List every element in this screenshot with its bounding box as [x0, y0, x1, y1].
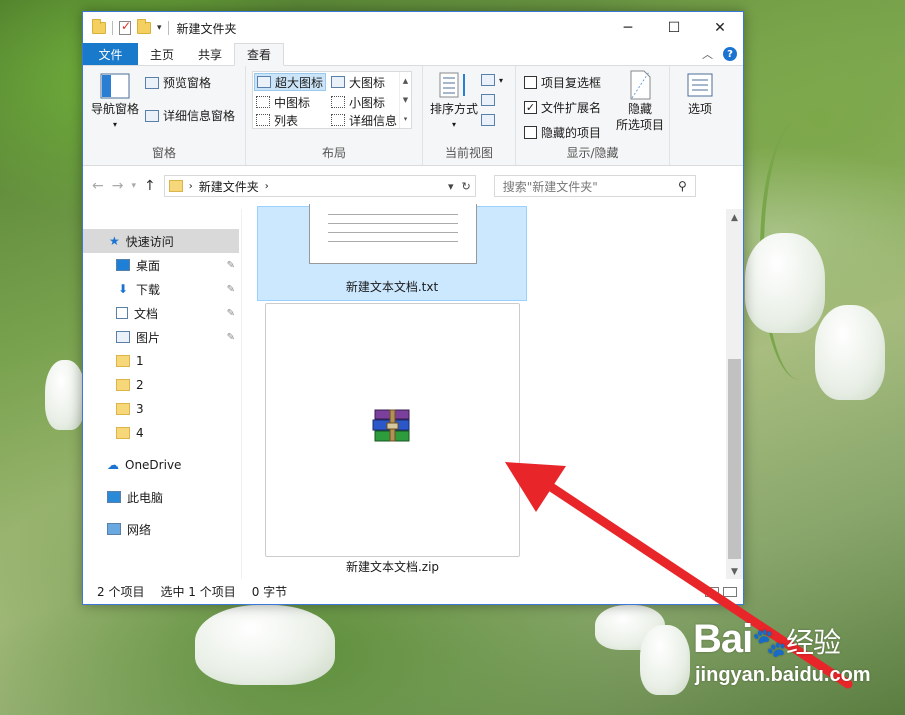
paw-icon: 🐾	[752, 627, 787, 658]
watermark-brand: Bai🐾经验	[693, 618, 871, 664]
baidu-watermark: Bai🐾经验 jingyan.baidu.com	[693, 618, 871, 687]
annotation-arrow-icon	[505, 462, 853, 689]
watermark-url: jingyan.baidu.com	[695, 664, 871, 686]
brand-suffix: 经验	[786, 627, 841, 658]
brand-name: Bai	[693, 617, 753, 661]
